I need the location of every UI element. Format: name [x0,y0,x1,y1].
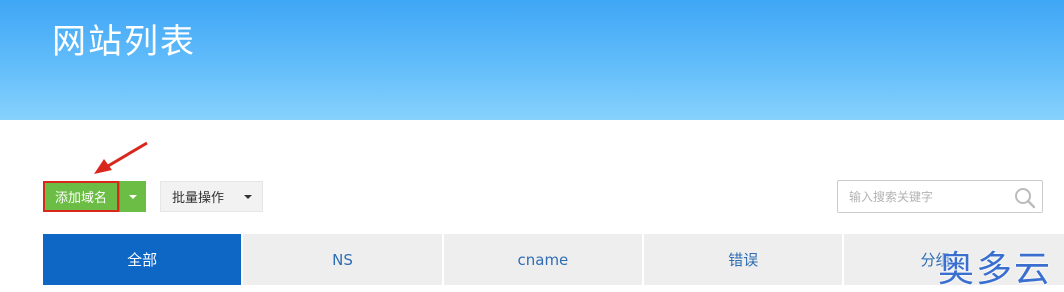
filter-tabs: 全部 NS cname 错误 分组 [43,234,1064,285]
search-input[interactable] [838,181,1008,212]
page-header: 网站列表 [0,0,1064,120]
tab-error[interactable]: 错误 [644,234,843,285]
search-icon[interactable] [1014,187,1036,209]
batch-operations-label: 批量操作 [172,191,225,206]
watermark-logo: 奥多云 [938,249,1053,290]
search-box [837,180,1043,213]
page-title: 网站列表 [52,22,196,62]
add-domain-dropdown-toggle[interactable] [119,181,146,212]
add-domain-button[interactable]: 添加域名 [43,181,119,212]
add-domain-group: 添加域名 [43,181,146,212]
caret-down-icon [129,194,137,199]
batch-operations-dropdown[interactable]: 批量操作 [160,181,263,212]
tab-ns[interactable]: NS [243,234,442,285]
annotation-arrow-icon [94,141,148,174]
tab-all[interactable]: 全部 [43,234,242,285]
tab-cname[interactable]: cname [443,234,643,285]
caret-down-icon [244,195,252,199]
